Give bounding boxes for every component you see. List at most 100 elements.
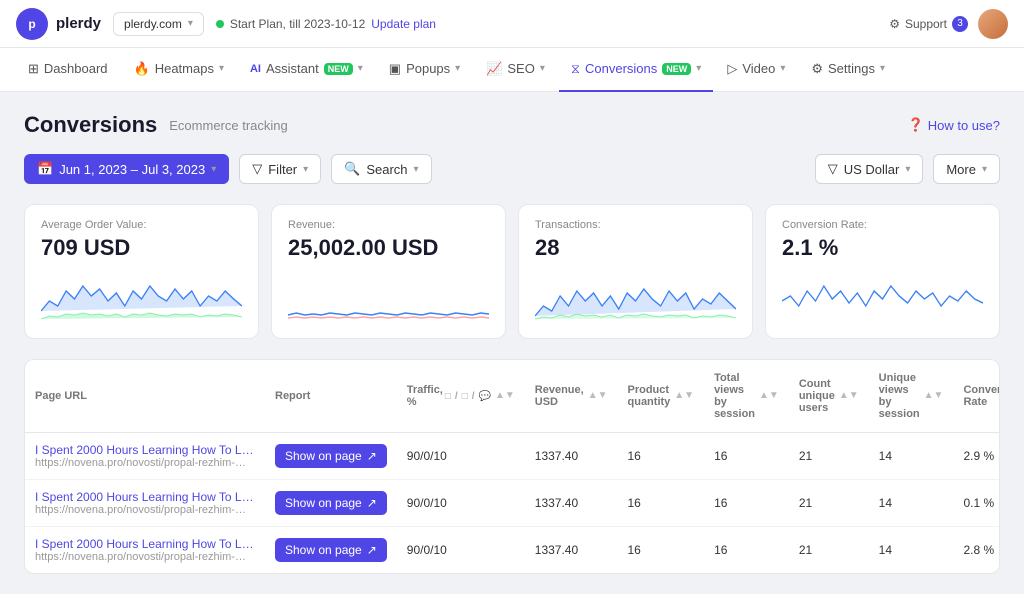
cell-revenue-0: 1337.40 (525, 433, 618, 480)
cell-url-1: I Spent 2000 Hours Learning How To Learn… (25, 480, 265, 527)
th-label-product-qty: Product quantity (628, 384, 671, 408)
page-header: Conversions Ecommerce tracking ❓ How to … (24, 112, 1000, 138)
calendar-icon: 📅 (37, 161, 53, 177)
cell-unique-views-0: 14 (869, 433, 954, 480)
chart-aov (41, 271, 242, 321)
url-link-1[interactable]: I Spent 2000 Hours Learning How To Learn… (35, 490, 255, 504)
cell-product-qty-2: 16 (618, 527, 705, 574)
user-avatar[interactable] (978, 9, 1008, 39)
stat-card-transactions: Transactions: 28 (518, 204, 753, 339)
cell-traffic-2: 90/0/10 (397, 527, 525, 574)
stat-label-revenue: Revenue: (288, 219, 489, 231)
cell-product-qty-1: 16 (618, 480, 705, 527)
table-row: I Spent 2000 Hours Learning How To Learn… (25, 527, 1000, 574)
th-unique-views[interactable]: Unique views by session ▲▼ (869, 360, 954, 433)
date-range-button[interactable]: 📅 Jun 1, 2023 – Jul 3, 2023 ▾ (24, 154, 229, 184)
show-on-page-label-0: Show on page (285, 449, 362, 463)
nav-item-heatmaps[interactable]: 🔥 Heatmaps ▾ (122, 48, 236, 92)
assistant-icon: AI (250, 63, 261, 75)
cell-unique-views-2: 14 (869, 527, 954, 574)
cell-total-views-2: 16 (704, 527, 789, 574)
nav-label-heatmaps: Heatmaps (155, 61, 214, 76)
th-report: Report (265, 360, 397, 433)
heatmaps-icon: 🔥 (134, 61, 150, 77)
url-sub-0: https://novena.pro/novosti/propal-rezhim… (35, 457, 255, 469)
table-header: Page URL Report Traffic, % □/□/💬 ▲▼ (25, 360, 1000, 433)
th-label-unique-views: Unique views by session (879, 372, 920, 420)
stat-card-aov: Average Order Value: 709 USD (24, 204, 259, 339)
product-qty-sort-icon: ▲▼ (674, 391, 694, 401)
stat-value-aov: 709 USD (41, 235, 242, 261)
filter-label: Filter (268, 162, 297, 177)
unique-users-sort-icon: ▲▼ (839, 391, 859, 401)
th-revenue[interactable]: Revenue, USD ▲▼ (525, 360, 618, 433)
currency-icon: ▽ (828, 161, 838, 177)
filter-button[interactable]: ▽ Filter ▾ (239, 154, 321, 184)
th-total-views[interactable]: Total views by session ▲▼ (704, 360, 789, 433)
cell-revenue-1: 1337.40 (525, 480, 618, 527)
url-link-0[interactable]: I Spent 2000 Hours Learning How To Learn… (35, 443, 255, 457)
th-conversion-rate[interactable]: Conversion Rate ▲▼ (953, 360, 1000, 433)
revenue-sort-icon: ▲▼ (588, 391, 608, 401)
logo-area: p plerdy (16, 8, 101, 40)
data-table-container: Page URL Report Traffic, % □/□/💬 ▲▼ (24, 359, 1000, 574)
nav-item-assistant[interactable]: AI Assistant NEW ▾ (238, 48, 375, 92)
support-label: Support (905, 17, 947, 31)
table-row: I Spent 2000 Hours Learning How To Learn… (25, 480, 1000, 527)
settings-icon: ⚙ (811, 61, 823, 77)
date-range-label: Jun 1, 2023 – Jul 3, 2023 (59, 162, 205, 177)
traffic-sort-icon: ▲▼ (495, 391, 515, 401)
plan-text: Start Plan, till 2023-10-12 (230, 17, 365, 31)
cell-revenue-2: 1337.40 (525, 527, 618, 574)
stat-card-revenue: Revenue: 25,002.00 USD (271, 204, 506, 339)
cell-traffic-1: 90/0/10 (397, 480, 525, 527)
cell-report-0: Show on page ↗ (265, 433, 397, 480)
nav-label-conversions: Conversions (585, 61, 657, 76)
page-title: Conversions (24, 112, 157, 138)
support-button[interactable]: ⚙ Support 3 (889, 16, 968, 32)
th-unique-users[interactable]: Count unique users ▲▼ (789, 360, 869, 433)
nav-item-video[interactable]: ▷ Video ▾ (715, 48, 797, 92)
show-on-page-button-1[interactable]: Show on page ↗ (275, 491, 387, 515)
plan-status-dot (216, 20, 224, 28)
more-label: More (946, 162, 976, 177)
show-on-page-button-2[interactable]: Show on page ↗ (275, 538, 387, 562)
plan-info: Start Plan, till 2023-10-12 Update plan (216, 17, 436, 31)
settings-chevron-icon: ▾ (880, 63, 885, 74)
nav-item-dashboard[interactable]: ⊞ Dashboard (16, 48, 120, 92)
video-icon: ▷ (727, 61, 737, 77)
date-chevron-icon: ▾ (211, 164, 216, 175)
th-page-url: Page URL (25, 360, 265, 433)
more-button[interactable]: More ▾ (933, 154, 1000, 184)
show-on-page-button-0[interactable]: Show on page ↗ (275, 444, 387, 468)
th-traffic[interactable]: Traffic, % □/□/💬 ▲▼ (397, 360, 525, 433)
th-label-report: Report (275, 390, 310, 402)
currency-button[interactable]: ▽ US Dollar ▾ (815, 154, 924, 184)
top-navigation: p plerdy plerdy.com ▾ Start Plan, till 2… (0, 0, 1024, 48)
nav-item-settings[interactable]: ⚙ Settings ▾ (799, 48, 897, 92)
filters-bar: 📅 Jun 1, 2023 – Jul 3, 2023 ▾ ▽ Filter ▾… (24, 154, 1000, 184)
search-label: Search (366, 162, 407, 177)
external-link-icon-0: ↗ (367, 449, 377, 463)
how-to-use-link[interactable]: ❓ How to use? (908, 117, 1000, 133)
nav-label-seo: SEO (507, 61, 534, 76)
external-link-icon-1: ↗ (367, 496, 377, 510)
nav-label-popups: Popups (406, 61, 450, 76)
show-on-page-label-2: Show on page (285, 543, 362, 557)
chart-revenue (288, 271, 489, 321)
nav-item-conversions[interactable]: ⧖ Conversions NEW ▾ (559, 48, 713, 92)
url-sub-2: https://novena.pro/novosti/propal-rezhim… (35, 551, 255, 563)
nav-item-seo[interactable]: 📈 SEO ▾ (474, 48, 557, 92)
nav-label-settings: Settings (828, 61, 875, 76)
nav-label-assistant: Assistant (266, 61, 319, 76)
domain-selector[interactable]: plerdy.com ▾ (113, 12, 204, 36)
seo-chevron-icon: ▾ (540, 63, 545, 74)
update-plan-link[interactable]: Update plan (371, 17, 436, 31)
search-button[interactable]: 🔍 Search ▾ (331, 154, 431, 184)
th-product-qty[interactable]: Product quantity ▲▼ (618, 360, 705, 433)
top-nav-right: ⚙ Support 3 (889, 9, 1008, 39)
url-link-2[interactable]: I Spent 2000 Hours Learning How To Learn… (35, 537, 255, 551)
domain-chevron-icon: ▾ (188, 18, 193, 29)
cell-product-qty-0: 16 (618, 433, 705, 480)
nav-item-popups[interactable]: ▣ Popups ▾ (377, 48, 472, 92)
